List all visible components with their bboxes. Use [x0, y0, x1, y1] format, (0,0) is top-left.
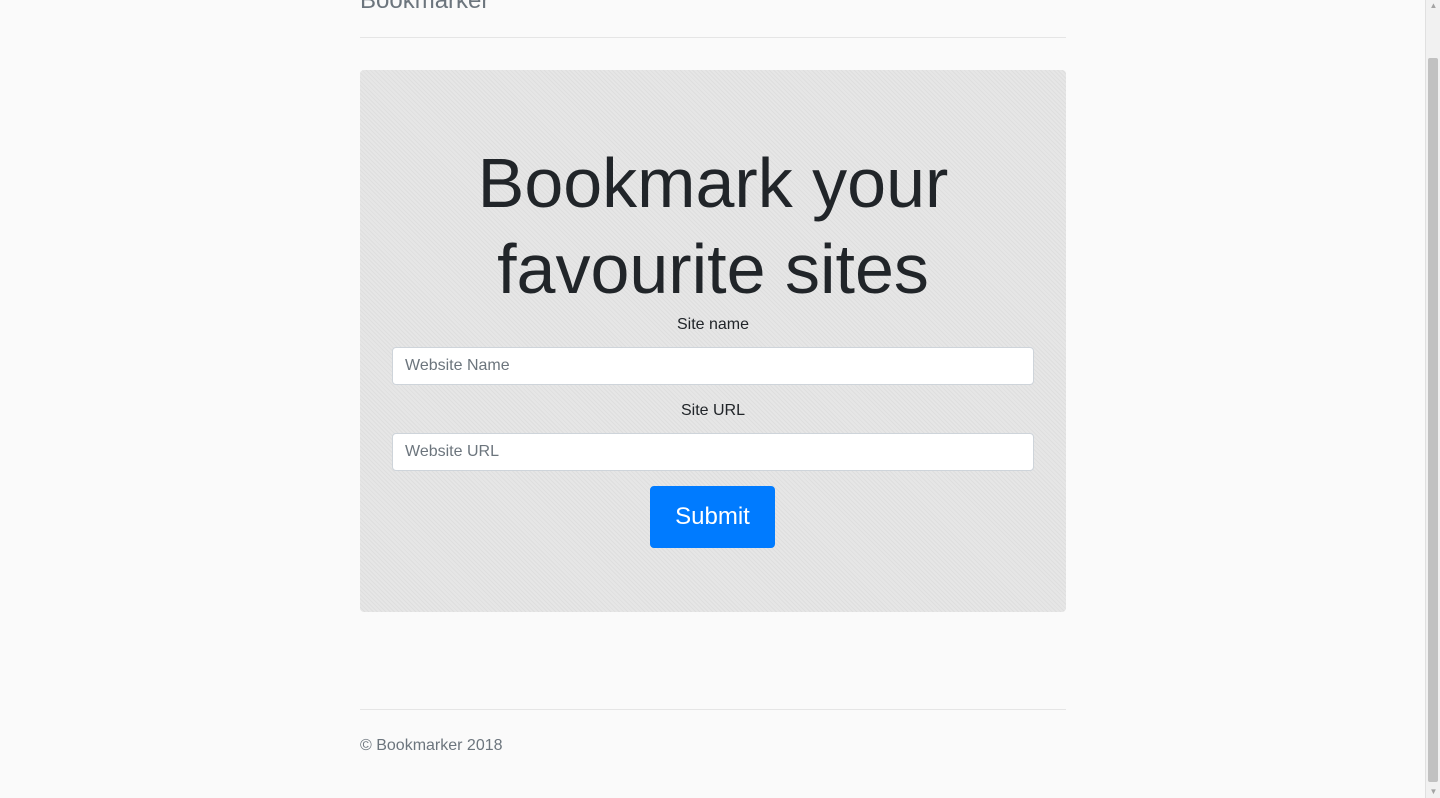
submit-button[interactable]: Submit: [650, 486, 775, 548]
scrollbar-thumb[interactable]: [1428, 58, 1438, 782]
vertical-scrollbar[interactable]: ▲ ▼: [1425, 0, 1440, 798]
scroll-up-icon[interactable]: ▲: [1426, 0, 1440, 12]
header: Bookmarker: [360, 0, 1066, 38]
page: Bookmarker Bookmark your favourite sites…: [0, 0, 1425, 798]
hero-title: Bookmark your favourite sites: [477, 144, 949, 308]
brand-title[interactable]: Bookmarker: [360, 0, 489, 16]
copyright-text: © Bookmarker 2018: [360, 737, 503, 754]
bookmark-form-panel: Bookmark your favourite sites Site name …: [360, 70, 1066, 612]
site-name-label: Site name: [676, 316, 750, 333]
scroll-down-icon[interactable]: ▼: [1426, 786, 1440, 798]
site-name-input[interactable]: [392, 347, 1034, 385]
site-url-input[interactable]: [392, 433, 1034, 471]
site-url-label: Site URL: [680, 402, 746, 419]
footer: © Bookmarker 2018: [360, 709, 1066, 769]
